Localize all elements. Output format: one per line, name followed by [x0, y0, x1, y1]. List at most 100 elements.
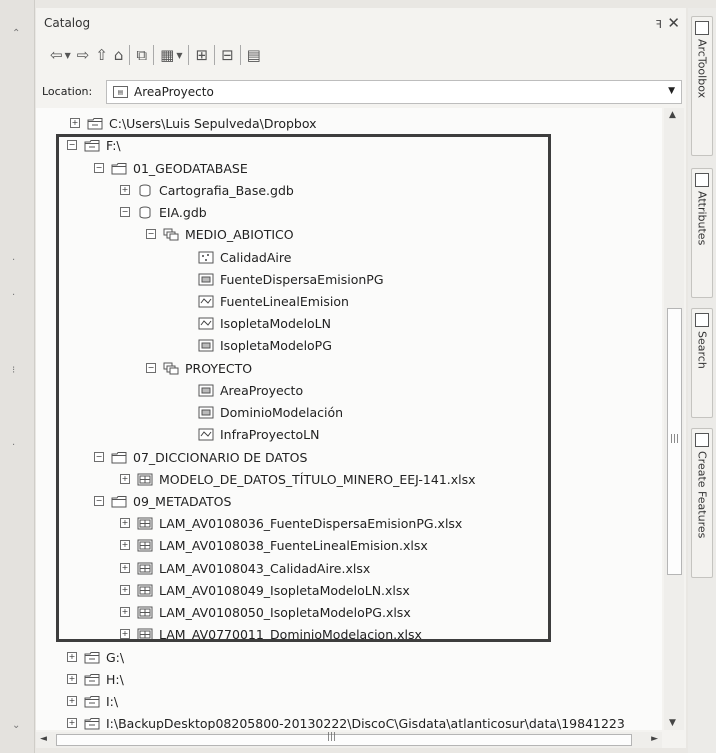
tree-item[interactable]: − MEDIO_ABIOTICO: [146, 224, 294, 244]
collapse-icon[interactable]: −: [146, 229, 156, 239]
tree-item[interactable]: + C:\Users\Luis Sepulveda\Dropbox: [70, 113, 317, 133]
tree-item[interactable]: IsopletaModeloPG: [183, 335, 332, 355]
tree-item[interactable]: − 01_GEODATABASE: [94, 158, 248, 178]
views-dropdown-button[interactable]: ▼: [176, 45, 182, 65]
collapse-icon[interactable]: −: [67, 140, 77, 150]
excel-file-icon: [137, 628, 153, 641]
tree-item[interactable]: IsopletaModeloLN: [183, 313, 331, 333]
expand-icon[interactable]: +: [70, 118, 80, 128]
folder-connection-icon: [84, 673, 100, 686]
tree-item[interactable]: + LAM_AV0108043_CalidadAire.xlsx: [120, 558, 370, 578]
side-tab[interactable]: ArcToolbox: [691, 16, 713, 156]
tree-item[interactable]: − 07_DICCIONARIO DE DATOS: [94, 447, 307, 467]
feature-class-icon: ▤: [113, 86, 128, 98]
expand-icon[interactable]: +: [120, 185, 130, 195]
horizontal-scroll-thumb[interactable]: |||: [56, 732, 632, 746]
dock-strip-mark: ⌄: [12, 720, 21, 731]
tree-item[interactable]: + MODELO_DE_DATOS_TÍTULO_MINERO_EEJ-141.x…: [120, 469, 476, 489]
tree-item[interactable]: + LAM_AV0108038_FuenteLinealEmision.xlsx: [120, 535, 428, 555]
connect-folder-icon: ⧉: [136, 46, 148, 64]
expand-icon[interactable]: +: [67, 718, 77, 728]
expand-icon[interactable]: +: [120, 629, 130, 639]
close-icon[interactable]: ✕: [667, 14, 680, 32]
tree-item-label: FuenteDispersaEmisionPG: [220, 271, 384, 287]
expand-icon[interactable]: +: [120, 474, 130, 484]
back-dropdown-button[interactable]: ▼: [65, 45, 71, 65]
tree-item[interactable]: − EIA.gdb: [120, 202, 207, 222]
vertical-scrollbar[interactable]: ▲ ||| ▼: [664, 108, 684, 730]
tree-item[interactable]: + I:\: [67, 691, 118, 711]
side-tab[interactable]: Search: [691, 308, 713, 418]
tree-item[interactable]: + H:\: [67, 669, 124, 689]
tree-item[interactable]: + Cartografia_Base.gdb: [120, 180, 294, 200]
back-button[interactable]: ⇦: [50, 45, 63, 65]
collapse-icon[interactable]: −: [94, 163, 104, 173]
expand-icon[interactable]: +: [120, 518, 130, 528]
expand-icon[interactable]: +: [67, 652, 77, 662]
expand-icon[interactable]: +: [67, 696, 77, 706]
window-title: Catalog: [44, 16, 91, 30]
collapse-icon[interactable]: −: [94, 496, 104, 506]
scroll-left-arrow-icon[interactable]: ◄: [40, 734, 47, 744]
tree-item[interactable]: FuenteLinealEmision: [183, 291, 349, 311]
home-folder-button[interactable]: ⌂: [114, 45, 124, 65]
tree-item-label: 09_METADATOS: [133, 493, 232, 509]
tree-item[interactable]: − PROYECTO: [146, 358, 252, 378]
new-item-icon: ⊞: [195, 46, 209, 64]
side-tab-label: Search: [695, 331, 709, 369]
scroll-up-arrow-icon[interactable]: ▲: [669, 110, 676, 120]
scroll-right-arrow-icon[interactable]: ►: [651, 734, 658, 744]
tree-item[interactable]: + LAM_AV0770011_DominioModelacion.xlsx: [120, 624, 422, 644]
polygon-feature-class-icon: [198, 384, 214, 397]
tree-item[interactable]: + G:\: [67, 647, 124, 667]
search-icon: [695, 313, 709, 327]
tree-item[interactable]: + LAM_AV0108049_IsopletaModeloLN.xlsx: [120, 580, 410, 600]
tree-item[interactable]: − 09_METADATOS: [94, 491, 231, 511]
tree-item[interactable]: AreaProyecto: [183, 380, 303, 400]
tree-item[interactable]: + I:\BackupDesktop08205800-20130222\Disco…: [67, 713, 625, 730]
metadata-button[interactable]: ▤: [247, 45, 261, 65]
location-label: Location:: [42, 85, 93, 98]
up-one-level-button[interactable]: ⇧: [95, 45, 108, 65]
side-tab[interactable]: Create Features: [691, 428, 713, 578]
tree-item[interactable]: DominioModelación: [183, 402, 343, 422]
views-button[interactable]: ▦: [160, 45, 174, 65]
excel-file-icon: [137, 584, 153, 597]
home-icon: ⌂: [113, 46, 124, 64]
tree-item[interactable]: − F:\: [67, 135, 121, 155]
tree-item[interactable]: + LAM_AV0108036_FuenteDispersaEmisionPG.x…: [120, 513, 462, 533]
scroll-down-arrow-icon[interactable]: ▼: [669, 718, 676, 728]
side-tab[interactable]: Attributes: [691, 168, 713, 298]
forward-button[interactable]: ⇨: [77, 45, 90, 65]
tree-item-label: PROYECTO: [185, 360, 253, 376]
collapse-icon[interactable]: −: [94, 452, 104, 462]
vertical-scroll-thumb[interactable]: |||: [667, 308, 682, 575]
pin-icon[interactable]: ꟻ: [656, 18, 662, 31]
tree-item-label: H:\: [106, 671, 124, 687]
new-item-button[interactable]: ⊞: [195, 45, 208, 65]
expand-icon[interactable]: +: [120, 540, 130, 550]
tree-item-label: LAM_AV0108043_CalidadAire.xlsx: [159, 560, 371, 576]
expand-icon[interactable]: +: [120, 563, 130, 573]
horizontal-scrollbar[interactable]: ◄ ||| ►: [36, 732, 662, 748]
toolbar-separator: [239, 45, 241, 65]
expand-icon[interactable]: +: [120, 585, 130, 595]
connect-to-folder-button[interactable]: ⧉: [136, 45, 147, 65]
tree-item-label: IsopletaModeloPG: [220, 337, 332, 353]
tree-item[interactable]: InfraProyectoLN: [183, 424, 319, 444]
tree-item[interactable]: + LAM_AV0108050_IsopletaModeloPG.xlsx: [120, 602, 411, 622]
attributes-icon: [695, 173, 709, 187]
expand-icon[interactable]: +: [120, 607, 130, 617]
chevron-down-icon[interactable]: ▼: [668, 86, 675, 96]
collapse-icon[interactable]: −: [120, 207, 130, 217]
expand-icon[interactable]: +: [67, 674, 77, 684]
feature-dataset-icon: [163, 362, 179, 375]
collapse-icon[interactable]: −: [146, 363, 156, 373]
dock-strip-mark: ·: [12, 255, 16, 266]
tree-item-label: LAM_AV0108036_FuenteDispersaEmisionPG.xl…: [159, 515, 463, 531]
scroll-grip-icon: |||: [670, 434, 680, 444]
location-combobox[interactable]: ▤ AreaProyecto ▼: [106, 80, 682, 104]
tree-item[interactable]: CalidadAire: [183, 247, 291, 267]
tree-item[interactable]: FuenteDispersaEmisionPG: [183, 269, 384, 289]
toggle-tree-button[interactable]: ⊟: [221, 45, 234, 65]
